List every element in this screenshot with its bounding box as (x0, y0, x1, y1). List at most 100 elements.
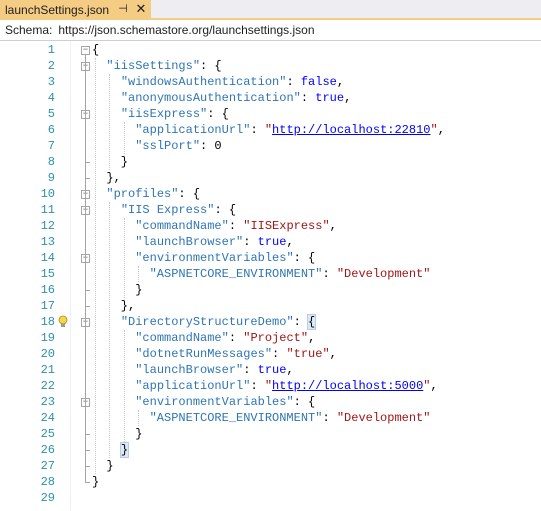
code-token: "DirectoryStructureDemo" (120, 315, 294, 329)
code-token: " (264, 123, 273, 137)
pin-icon[interactable]: ⊣ (116, 2, 130, 16)
fold-toggle[interactable]: − (81, 46, 90, 55)
code-line[interactable]: 28} (0, 474, 541, 490)
code-text[interactable]: "profiles": { (92, 186, 200, 202)
line-number: 25 (40, 427, 55, 441)
code-text[interactable]: "commandName": "Project", (92, 330, 315, 346)
code-line[interactable]: 24 "ASPNETCORE_ENVIRONMENT": "Developmen… (0, 410, 541, 426)
code-line[interactable]: 7 "sslPort": 0 (0, 138, 541, 154)
line-number: 9 (47, 171, 55, 185)
tab-launchsettings[interactable]: launchSettings.json ⊣ ✕ (0, 0, 151, 20)
code-text[interactable]: "launchBrowser": true, (92, 234, 293, 250)
code-token: : { (214, 203, 237, 217)
line-number: 24 (40, 411, 55, 425)
code-text[interactable]: "environmentVariables": { (92, 394, 315, 410)
code-text[interactable]: "applicationUrl": "http://localhost:5000… (92, 378, 437, 394)
code-editor[interactable]: 1{2 "iisSettings": {3 "windowsAuthentica… (0, 41, 541, 511)
schema-bar: Schema: (0, 20, 541, 41)
url-link[interactable]: http://localhost:22810 (272, 123, 430, 137)
code-text[interactable]: "applicationUrl": "http://localhost:2281… (92, 122, 445, 138)
code-text[interactable]: } (92, 282, 142, 298)
url-link[interactable]: http://localhost:5000 (272, 379, 423, 393)
code-text[interactable]: "launchBrowser": true, (92, 362, 293, 378)
code-token: "dotnetRunMessages" (135, 347, 273, 361)
code-text[interactable]: "windowsAuthentication": false, (92, 74, 344, 90)
schema-input[interactable] (56, 20, 541, 40)
code-token: "Development" (336, 411, 431, 425)
line-number: 14 (40, 251, 55, 265)
code-token: , (437, 123, 445, 137)
code-line[interactable]: 21 "launchBrowser": true, (0, 362, 541, 378)
line-number: 22 (40, 379, 55, 393)
line-number: 1 (47, 43, 55, 57)
code-token: , (329, 347, 337, 361)
fold-end (85, 450, 90, 451)
code-token: "IISExpress" (243, 219, 330, 233)
lightbulb-icon[interactable] (58, 315, 68, 329)
code-token: "iisSettings" (106, 59, 201, 73)
code-line[interactable]: 27 } (0, 458, 541, 474)
code-token: } (92, 427, 143, 441)
line-number: 27 (40, 459, 55, 473)
code-line[interactable]: 9 }, (0, 170, 541, 186)
code-line[interactable]: 4 "anonymousAuthentication": true, (0, 90, 541, 106)
code-line[interactable]: 26 } (0, 442, 541, 458)
code-text[interactable]: "dotnetRunMessages": "true", (92, 346, 337, 362)
code-text[interactable]: "commandName": "IISExpress", (92, 218, 337, 234)
code-text[interactable]: "iisSettings": { (92, 58, 221, 74)
code-line[interactable]: 25 } (0, 426, 541, 442)
code-line[interactable]: 19 "commandName": "Project", (0, 330, 541, 346)
code-token: } (92, 475, 100, 489)
code-text[interactable]: "ASPNETCORE_ENVIRONMENT": "Development" (92, 266, 431, 282)
code-text[interactable]: }, (92, 170, 121, 186)
line-number: 5 (47, 107, 55, 121)
close-icon[interactable]: ✕ (134, 2, 148, 16)
code-line[interactable]: 13 "launchBrowser": true, (0, 234, 541, 250)
code-token: : { (178, 187, 201, 201)
code-line[interactable]: 15 "ASPNETCORE_ENVIRONMENT": "Developmen… (0, 266, 541, 282)
code-text[interactable]: } (92, 474, 99, 490)
code-token: , (308, 331, 316, 345)
code-token: : { (293, 251, 316, 265)
code-line[interactable]: 12 "commandName": "IISExpress", (0, 218, 541, 234)
code-line[interactable]: 17 }, (0, 298, 541, 314)
code-token: " (430, 123, 438, 137)
code-token: : (322, 267, 337, 281)
code-text[interactable]: { (92, 42, 99, 58)
code-line[interactable]: 6 "applicationUrl": "http://localhost:22… (0, 122, 541, 138)
code-line[interactable]: 22 "applicationUrl": "http://localhost:5… (0, 378, 541, 394)
code-token: }, (92, 171, 121, 185)
code-text[interactable]: "IIS Express": { (92, 202, 236, 218)
code-text[interactable]: }, (92, 298, 135, 314)
code-line[interactable]: 8 } (0, 154, 541, 170)
code-text[interactable]: "DirectoryStructureDemo": { (92, 314, 317, 330)
code-token: : (272, 347, 287, 361)
code-token: : 0 (200, 139, 222, 153)
code-text[interactable]: "iisExpress": { (92, 106, 229, 122)
code-line[interactable]: 3 "windowsAuthentication": false, (0, 74, 541, 90)
code-line[interactable]: 20 "dotnetRunMessages": "true", (0, 346, 541, 362)
code-text[interactable]: } (92, 426, 142, 442)
code-text[interactable]: "anonymousAuthentication": true, (92, 90, 351, 106)
code-text[interactable]: "environmentVariables": { (92, 250, 315, 266)
code-text[interactable]: "sslPort": 0 (92, 138, 222, 154)
code-line[interactable]: 16 } (0, 282, 541, 298)
line-number: 3 (47, 75, 55, 89)
code-token: : { (207, 107, 229, 121)
code-line[interactable]: 29 (0, 490, 541, 506)
line-number: 19 (40, 331, 55, 345)
code-token: { (307, 314, 317, 330)
code-text[interactable]: "ASPNETCORE_ENVIRONMENT": "Development" (92, 410, 431, 426)
code-token: "launchBrowser" (135, 363, 244, 377)
code-token: "true" (286, 347, 330, 361)
line-number: 12 (40, 219, 55, 233)
code-token: "windowsAuthentication" (120, 75, 287, 89)
code-token: }, (92, 299, 136, 313)
